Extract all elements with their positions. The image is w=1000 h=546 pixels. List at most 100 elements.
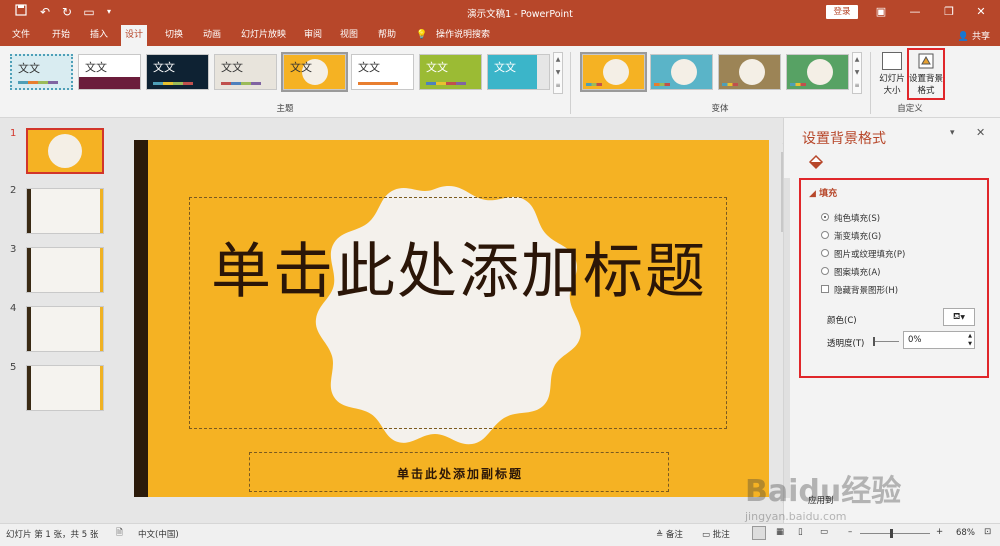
slider-handle[interactable]: [873, 337, 875, 346]
watermark-text: Baidu经验: [745, 474, 902, 509]
theme-thumbnail[interactable]: 文文: [10, 54, 73, 90]
slide-size-icon: [882, 52, 902, 70]
variant-thumbnail-selected[interactable]: [580, 52, 647, 92]
theme-text: 文文: [494, 61, 516, 74]
notes-button[interactable]: ≜ 备注: [656, 528, 683, 540]
tab-transitions[interactable]: 切换: [161, 25, 187, 46]
pane-options-icon[interactable]: ▾: [950, 128, 955, 138]
login-button[interactable]: 登录: [826, 5, 858, 19]
slide-thumbnail-5[interactable]: [26, 365, 104, 411]
scroll-up-icon[interactable]: ▲: [853, 53, 861, 66]
theme-thumbnail[interactable]: 文文: [78, 54, 141, 90]
language[interactable]: 中文(中国): [138, 528, 179, 540]
minimize-icon[interactable]: —: [900, 3, 930, 21]
radio-button[interactable]: [821, 231, 829, 239]
format-background-button[interactable]: 设置背景格式: [907, 48, 945, 100]
variant-thumbnail[interactable]: [786, 54, 849, 90]
theme-thumbnail[interactable]: 文文: [419, 54, 482, 90]
variant-thumbnail[interactable]: [718, 54, 781, 90]
slide-canvas[interactable]: 单击此处添加标题 单击此处添加副标题: [134, 140, 769, 497]
tab-help[interactable]: 帮助: [374, 25, 400, 46]
pane-title: 设置背景格式: [802, 131, 886, 147]
spellcheck-icon[interactable]: 🗎: [116, 527, 123, 541]
tab-review[interactable]: 审阅: [300, 25, 326, 46]
slide-size-button[interactable]: 幻灯片大小: [877, 50, 907, 100]
customize-group-label: 自定义: [897, 104, 923, 114]
comment-icon: ▭: [702, 530, 711, 540]
notes-icon: ≜: [656, 530, 664, 540]
tab-file[interactable]: 文件: [8, 25, 34, 46]
close-icon[interactable]: ✕: [966, 3, 996, 21]
tab-insert[interactable]: 插入: [86, 25, 112, 46]
document-title: 演示文稿1 - PowerPoint: [467, 9, 573, 20]
transparency-value: 0%: [908, 335, 922, 345]
color-picker-button[interactable]: ⛾▼: [943, 308, 975, 326]
comments-label: 批注: [712, 530, 730, 540]
close-icon[interactable]: ✕: [976, 126, 985, 139]
transparency-slider[interactable]: [873, 337, 899, 346]
more-icon[interactable]: ≡: [853, 79, 861, 92]
themes-scroll[interactable]: ▲ ▼ ≡: [553, 52, 563, 94]
transparency-input[interactable]: 0% ▲ ▼: [903, 331, 975, 349]
save-icon[interactable]: [12, 3, 30, 21]
start-from-beginning-icon[interactable]: ▭: [80, 3, 98, 21]
lightbulb-icon: 💡: [416, 30, 428, 40]
subtitle-placeholder[interactable]: 单击此处添加副标题: [249, 452, 669, 492]
title-placeholder[interactable]: 单击此处添加标题: [189, 197, 727, 429]
checkbox[interactable]: [821, 285, 829, 293]
slide-title[interactable]: 单击此处添加标题: [190, 236, 728, 308]
slide-number: 2: [10, 185, 17, 196]
fill-section-label: 填充: [819, 189, 838, 199]
comments-button[interactable]: ▭ 批注: [702, 528, 730, 540]
radio-button[interactable]: [821, 213, 829, 221]
slide-thumbnail-2[interactable]: [26, 188, 104, 234]
theme-thumbnail-selected[interactable]: 文文: [281, 52, 348, 92]
slide-thumbnails-panel: 1 2 3 4 5: [0, 118, 122, 523]
tab-home[interactable]: 开始: [48, 25, 74, 46]
radio-button[interactable]: [821, 249, 829, 257]
variant-thumbnail[interactable]: [650, 54, 713, 90]
tab-slideshow[interactable]: 幻灯片放映: [237, 25, 290, 46]
design-ribbon: 文文 文文 文文 文文 文文 文文 文文 文文 ▲ ▼ ≡ 主题 ▲ ▼ ≡ 变…: [0, 46, 1000, 118]
format-background-icon: [917, 52, 935, 70]
scroll-up-icon[interactable]: ▲: [554, 53, 562, 66]
theme-thumbnail[interactable]: 文文: [351, 54, 414, 90]
fill-bucket-icon[interactable]: [806, 154, 824, 172]
slide-size-label: 幻灯片大小: [879, 74, 905, 96]
restore-icon[interactable]: ❐: [934, 3, 964, 21]
chevron-down-icon: ▼: [960, 314, 965, 321]
option-label: 图片或纹理填充(P): [834, 250, 906, 260]
variants-group-label: 变体: [711, 104, 729, 114]
scroll-down-icon[interactable]: ▼: [554, 66, 562, 79]
share-button[interactable]: 👤 共享: [958, 29, 990, 42]
collapse-triangle-icon: ◢: [809, 189, 816, 199]
ribbon-display-icon[interactable]: ▣: [866, 3, 896, 21]
theme-thumbnail[interactable]: 文文: [487, 54, 550, 90]
tab-design[interactable]: 设计: [121, 25, 148, 46]
slide-thumbnail-3[interactable]: [26, 247, 104, 293]
fit-to-window-icon[interactable]: ⊡: [984, 527, 991, 537]
spinner-icon[interactable]: ▲ ▼: [968, 332, 972, 348]
notes-label: 备注: [665, 530, 683, 540]
theme-thumbnail[interactable]: 文文: [146, 54, 209, 90]
more-icon[interactable]: ≡: [554, 79, 562, 92]
tab-animations[interactable]: 动画: [199, 25, 225, 46]
slide-number: 3: [10, 244, 17, 255]
scroll-down-icon[interactable]: ▼: [853, 66, 861, 79]
tab-view[interactable]: 视图: [336, 25, 362, 46]
pane-scrollbar[interactable]: [784, 178, 790, 498]
transparency-label: 透明度(T): [827, 339, 865, 349]
slide-thumbnail-4[interactable]: [26, 306, 104, 352]
radio-button[interactable]: [821, 267, 829, 275]
fill-section-header[interactable]: ◢ 填充: [809, 186, 837, 199]
menu-bar: 文件 开始 插入 设计 切换 动画 幻灯片放映 审阅 视图 帮助 💡 操作说明搜…: [0, 25, 1000, 46]
tell-me-search[interactable]: 操作说明搜索: [432, 25, 494, 46]
customize-icon[interactable]: ▾: [100, 3, 118, 21]
variants-scroll[interactable]: ▲ ▼ ≡: [852, 52, 862, 94]
theme-text: 文文: [426, 61, 448, 74]
redo-icon[interactable]: ↻: [58, 3, 76, 21]
theme-thumbnail[interactable]: 文文: [214, 54, 277, 90]
undo-icon[interactable]: ↶: [36, 3, 54, 21]
slide-thumbnail-1[interactable]: [26, 128, 104, 174]
slide-subtitle[interactable]: 单击此处添加副标题: [250, 465, 670, 482]
